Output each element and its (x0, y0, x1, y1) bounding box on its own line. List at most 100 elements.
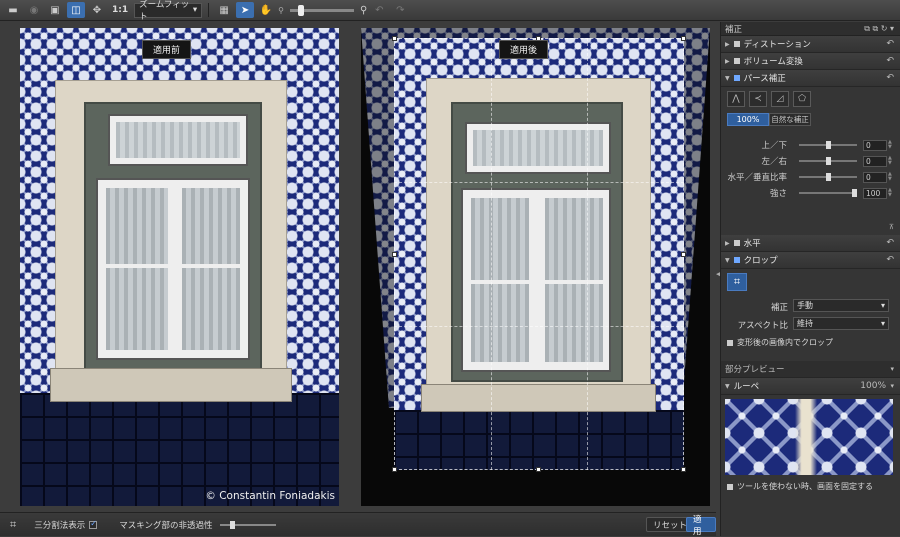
mask-opacity-knob[interactable] (230, 520, 236, 529)
crop-rectangle[interactable] (394, 38, 684, 470)
perspective-horizontal-icon[interactable]: ≺ (749, 91, 767, 107)
slider-knob[interactable] (826, 173, 831, 181)
slider-value[interactable]: 100 (863, 187, 887, 199)
crop-tool-icon[interactable]: ⌗ (727, 273, 747, 291)
section-checkbox[interactable] (733, 41, 740, 47)
section-crop-label: クロップ (743, 256, 778, 266)
slider-row: 上／下 0 ▲ ▼ (721, 137, 900, 153)
top-toolbar: ▬ ◉ ▣ ◫ ✥ 1:1 ズームフィット ▾ ▦ ➤ ✋ ⚲ ⚲ ↶ ↷ (0, 0, 900, 22)
panel-menu-icon[interactable]: ▾ (890, 365, 894, 373)
collapse-triangle-icon[interactable]: ▼ (725, 75, 730, 82)
section-checkbox[interactable] (733, 75, 740, 81)
hand-icon[interactable]: ✋ (257, 2, 275, 18)
redo-icon[interactable]: ↷ (391, 2, 409, 18)
before-label: 適用前 (142, 40, 192, 59)
section-loupe[interactable]: ▼ ルーペ 100% ▾ (721, 378, 900, 395)
zoom-out-icon[interactable]: ⚲ (278, 6, 284, 15)
single-view-icon[interactable]: ▣ (46, 2, 64, 18)
slider-track[interactable] (799, 189, 857, 197)
folder-icon[interactable]: ▬ (4, 2, 22, 18)
expand-triangle-icon[interactable]: ▶ (725, 240, 730, 247)
reset-arrow-icon[interactable]: ↶ (886, 73, 894, 83)
slider-value[interactable]: 0 (863, 171, 887, 183)
zoom-slider[interactable] (289, 4, 354, 16)
reset-arrow-icon[interactable]: ↶ (886, 255, 894, 265)
crop-inside-checkbox[interactable] (727, 339, 733, 346)
reset-arrow-icon[interactable]: ↶ (886, 39, 894, 49)
crop-inside-label: 変形後の画像内でクロップ (737, 338, 833, 347)
zoom-slider-knob[interactable] (297, 4, 304, 16)
zoom-in-icon[interactable]: ⚲ (360, 5, 367, 16)
spinner-icon[interactable]: ▲ ▼ (888, 188, 892, 198)
section-checkbox[interactable] (733, 240, 740, 246)
section-crop[interactable]: ▼ クロップ ↶ (721, 252, 900, 269)
reset-arrow-icon[interactable]: ↶ (886, 56, 894, 66)
slider-value[interactable]: 0 (863, 139, 887, 151)
fix-screen-option[interactable]: ツールを使わない時、画面を固定する (721, 475, 900, 492)
section-perspective[interactable]: ▼ パース補正 ↶ (721, 70, 900, 87)
actual-size-button[interactable]: 1:1 (112, 5, 128, 15)
collapse-triangle-icon[interactable]: ▼ (725, 383, 730, 390)
slider-knob[interactable] (852, 189, 857, 197)
thirds-checkbox[interactable] (89, 519, 98, 529)
expand-triangle-icon[interactable]: ▶ (725, 41, 730, 48)
slider-label: 左／右 (761, 157, 787, 167)
spinner-icon[interactable]: ▲ ▼ (888, 156, 892, 166)
crop-handle-l[interactable] (392, 252, 397, 257)
fix-screen-checkbox[interactable] (727, 483, 733, 490)
slider-row: 強さ 100 ▲ ▼ (721, 185, 900, 201)
chevron-down-icon: ▾ (880, 301, 885, 310)
aspect-ratio-select[interactable]: 維持 ▾ (793, 317, 889, 330)
apply-button[interactable]: 適用 (686, 515, 716, 537)
crop-handle-b[interactable] (536, 467, 541, 472)
crop-tool-icon[interactable]: ⌗ (10, 518, 16, 532)
perspective-vertical-icon[interactable]: ⋀ (727, 91, 745, 107)
expand-triangle-icon[interactable]: ▶ (725, 58, 730, 65)
mode-natural-button[interactable]: 自然な補正 (769, 113, 811, 126)
reset-arrow-icon[interactable]: ↶ (886, 238, 894, 248)
panel-header-icons[interactable]: ⧉ ⧉ ↻ ▾ (864, 24, 894, 34)
grid-icon[interactable]: ▦ (215, 2, 233, 18)
crop-handle-br[interactable] (681, 467, 686, 472)
select-arrow-icon[interactable]: ➤ (236, 2, 255, 18)
crop-handle-r[interactable] (681, 252, 686, 257)
split-view-icon[interactable]: ◫ (67, 2, 85, 18)
slider-knob[interactable] (826, 141, 831, 149)
move-icon[interactable]: ✥ (88, 2, 106, 18)
loupe-zoom[interactable]: 100% (860, 381, 886, 391)
slider-track[interactable] (799, 141, 857, 149)
bottom-bar: ⌗ 三分割法表示 マスキング部の非透過性 リセット 適用 (0, 512, 716, 537)
section-horizontal[interactable]: ▶ 水平 ↶ (721, 235, 900, 252)
crop-handle-tl[interactable] (392, 36, 397, 41)
section-preview[interactable]: 部分プレビュー ▾ (721, 361, 900, 378)
crop-handle-bl[interactable] (392, 467, 397, 472)
crop-inside-option[interactable]: 変形後の画像内でクロップ (727, 337, 833, 348)
section-distortion[interactable]: ▶ ディストーション ↶ (721, 36, 900, 53)
collapse-triangle-icon[interactable]: ▼ (725, 257, 730, 264)
section-volume[interactable]: ▶ ボリューム変換 ↶ (721, 53, 900, 70)
mask-opacity-slider[interactable] (220, 520, 277, 529)
crop-handle-tr[interactable] (681, 36, 686, 41)
chevron-down-icon[interactable]: ▾ (890, 382, 894, 390)
slider-track[interactable] (799, 173, 857, 181)
transom-window (108, 114, 248, 166)
window-rail (100, 264, 246, 268)
mode-100-button[interactable]: 100% (727, 113, 769, 126)
section-checkbox[interactable] (733, 58, 740, 64)
zoom-select[interactable]: ズームフィット ▾ (134, 0, 203, 22)
slider-value[interactable]: 0 (863, 155, 887, 167)
slider-knob[interactable] (826, 157, 831, 165)
panel-title: 補正 (725, 24, 743, 35)
section-checkbox[interactable] (733, 257, 740, 263)
crop-correction-select[interactable]: 手動 ▾ (793, 299, 889, 312)
curtain-left (106, 188, 168, 350)
spinner-icon[interactable]: ▲ ▼ (888, 140, 892, 150)
panel-pin-icon[interactable]: ⊼ (889, 223, 894, 231)
undo-icon[interactable]: ↶ (370, 2, 388, 18)
slider-track[interactable] (799, 157, 857, 165)
save-icon[interactable]: ◉ (25, 2, 43, 18)
zoom-select-value: ズームフィット (139, 0, 190, 22)
spinner-icon[interactable]: ▲ ▼ (888, 172, 892, 182)
perspective-both-icon[interactable]: ◿ (771, 91, 789, 107)
perspective-free-icon[interactable]: ⬠ (793, 91, 811, 107)
